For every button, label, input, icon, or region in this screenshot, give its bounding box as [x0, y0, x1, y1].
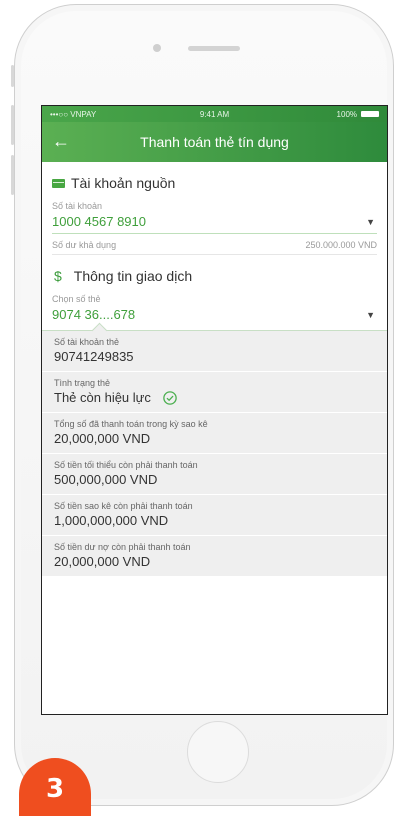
status-bar: •••○○ VNPAY 9:41 AM 100% — [42, 106, 387, 122]
account-number-label: Số tài khoản — [52, 201, 103, 211]
detail-row: Số tiền dư nợ còn phải thanh toán 20,000… — [42, 536, 387, 577]
detail-value: 500,000,000 VND — [54, 472, 158, 487]
app-screen: •••○○ VNPAY 9:41 AM 100% ← Thanh toán th… — [41, 105, 388, 715]
detail-row: Tổng số đã thanh toán trong kỳ sao kê 20… — [42, 413, 387, 454]
detail-row: Số tiền tối thiểu còn phải thanh toán 50… — [42, 454, 387, 495]
detail-label: Số tiền sao kê còn phải thanh toán — [54, 501, 193, 511]
detail-row: Số tiền sao kê còn phải thanh toán 1,000… — [42, 495, 387, 536]
chevron-down-icon[interactable]: ▼ — [366, 217, 375, 227]
account-number-select[interactable]: 1000 4567 8910 ▼ — [52, 211, 377, 234]
card-select-label: Chọn số thẻ — [52, 294, 101, 304]
arrow-left-icon[interactable]: ← — [52, 132, 70, 150]
transaction-info-title: Thông tin giao dịch — [73, 268, 193, 284]
available-balance-row: Số dư khả dụng 250.000.000 VND — [52, 234, 377, 255]
battery-icon — [361, 111, 380, 117]
dollar-icon: $ — [54, 268, 62, 284]
available-balance-value: 250.000.000 VND — [305, 240, 377, 250]
home-button[interactable] — [187, 721, 249, 783]
earpiece-speaker — [188, 46, 240, 51]
detail-label: Số tiền dư nợ còn phải thanh toán — [54, 542, 191, 552]
available-balance-label: Số dư khả dụng — [52, 240, 117, 250]
transaction-info-section: $ Thông tin giao dịch Chọn số thẻ 9074 3… — [42, 261, 387, 330]
source-account-section: Tài khoản nguồn Số tài khoản 1000 4567 8… — [42, 168, 387, 255]
detail-value: 1,000,000,000 VND — [54, 513, 169, 528]
nav-bar: ← Thanh toán thẻ tín dụng — [42, 122, 387, 162]
detail-row: Tình trạng thẻ Thẻ còn hiệu lực — [42, 372, 387, 413]
card-icon — [52, 178, 65, 188]
page-title: Thanh toán thẻ tín dụng — [140, 134, 289, 150]
detail-label: Số tiền tối thiểu còn phải thanh toán — [54, 460, 198, 470]
detail-value: 90741249835 — [54, 349, 134, 364]
front-camera — [153, 44, 161, 52]
clock: 9:41 AM — [199, 109, 230, 119]
account-number-value: 1000 4567 8910 — [52, 214, 146, 229]
phone-side-button — [11, 65, 14, 87]
detail-value: 20,000,000 VND — [54, 554, 151, 569]
detail-row: Số tài khoản thẻ 90741249835 — [42, 331, 387, 372]
battery-indicator: 100% — [269, 109, 380, 119]
detail-value: 20,000,000 VND — [54, 431, 151, 446]
card-number-value: 9074 36....678 — [52, 307, 136, 322]
source-account-title: Tài khoản nguồn — [71, 175, 176, 191]
phone-volume-down-button — [11, 155, 14, 195]
phone-volume-up-button — [11, 105, 14, 145]
battery-percent: 100% — [336, 109, 358, 119]
chevron-down-icon[interactable]: ▼ — [366, 310, 375, 320]
card-details-panel: Số tài khoản thẻ 90741249835 Tình trạng … — [42, 322, 387, 577]
check-circle-icon — [163, 390, 177, 405]
card-status-value: Thẻ còn hiệu lực — [54, 390, 151, 405]
carrier-label: •••○○ VNPAY — [50, 109, 97, 119]
detail-label: Số tài khoản thẻ — [54, 337, 120, 347]
source-account-heading: Tài khoản nguồn — [52, 168, 377, 198]
detail-label: Tổng số đã thanh toán trong kỳ sao kê — [54, 419, 208, 429]
detail-label: Tình trạng thẻ — [54, 378, 111, 388]
detail-value-with-status: Thẻ còn hiệu lực — [54, 390, 375, 405]
transaction-info-heading: $ Thông tin giao dịch — [52, 261, 377, 291]
